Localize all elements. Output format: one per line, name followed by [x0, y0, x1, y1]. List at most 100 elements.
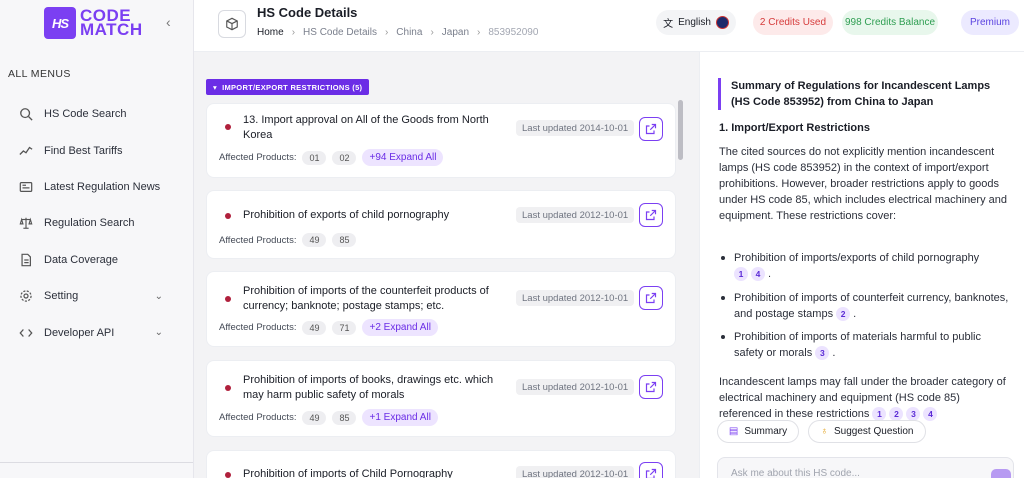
affected-products: Affected Products: 49 85	[219, 233, 357, 247]
citation-badge[interactable]: 1	[872, 407, 887, 422]
scale-icon	[19, 216, 33, 230]
sidebar-item-label: Regulation Search	[44, 217, 135, 230]
language-label: English	[678, 17, 711, 28]
ask-input[interactable]: Ask me about this HS code...	[717, 457, 1014, 478]
external-link-icon	[645, 292, 657, 304]
restriction-title: Prohibition of imports of the counterfei…	[243, 285, 489, 312]
breadcrumb-china[interactable]: China	[396, 27, 422, 38]
citation-badge[interactable]: 2	[889, 407, 904, 422]
affected-products: Affected Products: 49 85 +1 Expand All	[219, 409, 438, 426]
outro-text: Incandescent lamps may fall under the br…	[719, 376, 1006, 420]
open-external-button[interactable]	[639, 375, 663, 399]
affected-label: Affected Products:	[219, 234, 297, 246]
credits-used-badge: 2 Credits Used	[753, 10, 833, 35]
sidebar-item-label: Developer API	[44, 326, 115, 339]
page-title: HS Code Details	[257, 5, 358, 20]
sidebar-item-hs-code-search[interactable]: HS Code Search	[0, 96, 193, 132]
restriction-card[interactable]: Prohibition of exports of child pornogra…	[206, 190, 676, 259]
logo-line-2: MATCH	[80, 20, 143, 39]
affected-products: Affected Products: 49 71 +2 Expand All	[219, 319, 438, 336]
citation-badge[interactable]: 1	[734, 267, 748, 282]
citation-badge[interactable]: 4	[923, 407, 938, 422]
flag-icon	[715, 16, 729, 29]
translate-icon: 文	[663, 19, 674, 30]
collapse-sidebar-icon[interactable]: ‹	[166, 14, 171, 30]
product-chip[interactable]: 49	[302, 410, 327, 425]
credits-balance-badge: 998 Credits Balance	[842, 10, 938, 35]
sidebar-item-latest-regulation-news[interactable]: Latest Regulation News	[0, 169, 193, 205]
restriction-card[interactable]: Prohibition of imports of books, drawing…	[206, 360, 676, 437]
language-selector[interactable]: 文 English	[656, 10, 736, 35]
product-chip[interactable]: 49	[302, 233, 327, 247]
sidebar-item-label: Find Best Tariffs	[44, 144, 123, 157]
send-button[interactable]	[991, 469, 1011, 478]
open-external-button[interactable]	[639, 203, 663, 227]
last-updated-badge: Last updated 2012-10-01	[516, 466, 635, 478]
restriction-card[interactable]: Prohibition of imports of the counterfei…	[206, 271, 676, 347]
status-dot	[225, 124, 231, 130]
product-chip[interactable]: 01	[302, 150, 327, 165]
open-external-button[interactable]	[639, 286, 663, 310]
citation-badge[interactable]: 2	[836, 307, 851, 322]
premium-badge[interactable]: Premium	[961, 10, 1019, 35]
product-chip[interactable]: 85	[332, 410, 357, 425]
sidebar-item-find-best-tariffs[interactable]: Find Best Tariffs	[0, 132, 193, 168]
restriction-title: Prohibition of imports of books, drawing…	[243, 374, 494, 401]
status-dot	[225, 213, 231, 219]
summary-button[interactable]: ▤ Summary	[717, 420, 799, 443]
suggest-question-button[interactable]: ♁ Suggest Question	[808, 420, 926, 443]
chevron-right-icon: ›	[384, 27, 389, 38]
status-dot	[225, 296, 231, 302]
sidebar-item-developer-api[interactable]: Developer API ⌄	[0, 314, 193, 350]
open-external-button[interactable]	[639, 462, 663, 478]
affected-label: Affected Products:	[219, 152, 297, 163]
header: HS Code Details Home › HS Code Details ›…	[194, 0, 1024, 52]
external-link-icon	[645, 123, 657, 135]
expand-all-button[interactable]: +2 Expand All	[362, 319, 438, 336]
summary-bullet: Prohibition of imports of counterfeit cu…	[721, 290, 1012, 322]
restriction-card[interactable]: Prohibition of imports of Child Pornogra…	[206, 450, 676, 478]
breadcrumb-home[interactable]: Home	[257, 27, 284, 38]
last-updated-badge: Last updated 2012-10-01	[516, 207, 635, 223]
status-dot	[225, 472, 231, 478]
chevron-right-icon: ›	[477, 27, 481, 38]
product-chip[interactable]: 71	[332, 320, 357, 335]
citation-badge[interactable]: 3	[906, 407, 921, 422]
restriction-card[interactable]: 13. Import approval on All of the Goods …	[206, 103, 676, 178]
external-link-icon	[645, 209, 657, 221]
bullet-content: Prohibition of imports of materials harm…	[734, 331, 981, 361]
last-updated-badge: Last updated 2012-10-01	[516, 290, 635, 306]
sidebar-item-data-coverage[interactable]: Data Coverage	[0, 242, 193, 278]
restriction-title: 13. Import approval on All of the Goods …	[243, 114, 489, 141]
bullet-content: Prohibition of imports of counterfeit cu…	[734, 292, 1009, 322]
breadcrumb-code: 853952090	[488, 27, 539, 38]
sidebar-item-setting[interactable]: Setting ⌄	[0, 278, 193, 314]
citation-badge[interactable]: 3	[815, 346, 830, 361]
chevron-down-icon[interactable]: ⌄	[155, 291, 163, 302]
scrollbar[interactable]	[678, 100, 683, 160]
sidebar-item-regulation-search[interactable]: Regulation Search	[0, 205, 193, 241]
product-chip[interactable]: 02	[332, 150, 357, 165]
menus-title: ALL MENUS	[8, 68, 71, 80]
summary-bullet: Prohibition of imports of materials harm…	[721, 329, 1012, 361]
cube-icon	[218, 10, 246, 38]
open-external-button[interactable]	[639, 117, 663, 141]
section-toggle[interactable]: ▾ IMPORT/EXPORT RESTRICTIONS (5)	[206, 79, 370, 95]
expand-all-button[interactable]: +1 Expand All	[362, 409, 438, 426]
expand-all-button[interactable]: +94 Expand All	[362, 149, 444, 166]
breadcrumb-japan[interactable]: Japan	[442, 27, 469, 38]
logo-text: CODE MATCH	[80, 7, 143, 39]
product-chip[interactable]: 85	[332, 233, 357, 247]
restriction-title: Prohibition of imports of Child Pornogra…	[243, 468, 453, 478]
restrictions-list: ▾ IMPORT/EXPORT RESTRICTIONS (5) 13. Imp…	[194, 52, 699, 478]
search-icon	[19, 107, 33, 121]
breadcrumb-hs-code-details[interactable]: HS Code Details	[303, 27, 377, 38]
chevron-right-icon: ›	[291, 27, 296, 38]
bullet-content: Prohibition of imports/exports of child …	[734, 252, 980, 282]
product-chip[interactable]: 49	[302, 320, 327, 335]
citation-badge[interactable]: 4	[751, 267, 765, 282]
external-link-icon	[645, 468, 657, 478]
chevron-down-icon[interactable]: ⌄	[155, 327, 163, 338]
logo[interactable]: HS CODE MATCH	[44, 7, 143, 39]
breadcrumb: Home › HS Code Details › China › Japan ›…	[257, 27, 538, 38]
